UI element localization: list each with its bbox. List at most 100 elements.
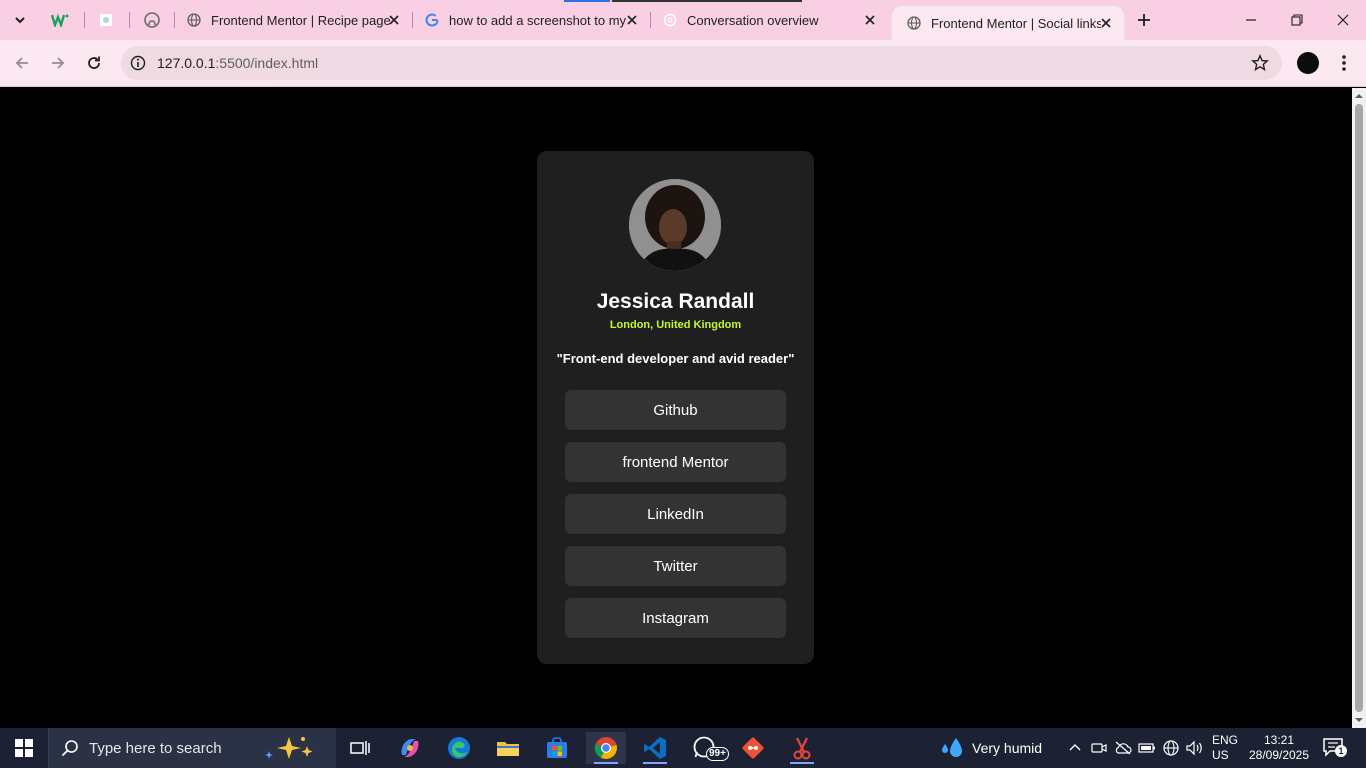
social-links-list: Github frontend Mentor LinkedIn Twitter … bbox=[565, 390, 786, 650]
close-icon[interactable] bbox=[386, 12, 402, 28]
address-bar[interactable]: 127.0.0.1:5500/index.html bbox=[121, 46, 1282, 80]
windows-taskbar: Type here to search 99+ Very humid ENG U… bbox=[0, 728, 1366, 768]
battery-icon bbox=[1138, 743, 1155, 753]
scroll-up-icon[interactable] bbox=[1355, 92, 1363, 100]
taskbar-copilot[interactable] bbox=[390, 732, 430, 764]
arrow-left-icon bbox=[15, 57, 28, 69]
tab-google-search[interactable]: how to add a screenshot to my bbox=[410, 0, 650, 40]
tray-network[interactable] bbox=[1161, 738, 1181, 758]
active-app-indicator bbox=[594, 762, 618, 764]
taskbar-store[interactable] bbox=[537, 732, 577, 764]
page-viewport: Jessica Randall London, United Kingdom "… bbox=[0, 88, 1352, 728]
taskbar-file-explorer[interactable] bbox=[488, 732, 528, 764]
tray-volume[interactable] bbox=[1185, 738, 1205, 758]
clock-time: 13:21 bbox=[1263, 733, 1295, 747]
new-tab-button[interactable] bbox=[1132, 8, 1156, 32]
profile-bio: "Front-end developer and avid reader" bbox=[556, 351, 795, 366]
browser-tab-strip: Frontend Mentor | Recipe page how to add… bbox=[0, 0, 1366, 40]
tab-title: how to add a screenshot to my bbox=[449, 12, 627, 28]
tab-search-button[interactable] bbox=[6, 6, 34, 34]
document-icon bbox=[100, 14, 112, 26]
url-text: 127.0.0.1:5500/index.html bbox=[157, 55, 318, 71]
pinned-tab-docs[interactable] bbox=[94, 8, 118, 32]
pinned-tab-github[interactable] bbox=[140, 8, 164, 32]
bookmark-star-icon[interactable] bbox=[1250, 53, 1270, 73]
taskbar-vscode[interactable] bbox=[635, 732, 675, 764]
system-clock[interactable]: 13:21 28/09/2025 bbox=[1246, 733, 1312, 763]
cloud-off-icon bbox=[1115, 741, 1132, 755]
avatar bbox=[629, 179, 721, 271]
back-button[interactable] bbox=[8, 49, 36, 77]
taskbar-snipping-tool[interactable] bbox=[782, 732, 822, 764]
task-view-icon bbox=[350, 741, 370, 755]
close-icon[interactable] bbox=[624, 12, 640, 28]
tray-meet-now[interactable] bbox=[1089, 738, 1109, 758]
profile-name: Jessica Randall bbox=[596, 290, 755, 313]
input-language[interactable]: ENG US bbox=[1212, 733, 1238, 763]
notification-center-button[interactable]: 1 bbox=[1322, 737, 1347, 759]
camera-icon bbox=[1091, 743, 1107, 753]
globe-icon bbox=[906, 15, 922, 31]
tray-cloud[interactable] bbox=[1113, 738, 1133, 758]
tab-social-links[interactable]: Frontend Mentor | Social links p bbox=[892, 6, 1124, 40]
close-icon bbox=[1337, 14, 1349, 26]
github-link[interactable]: Github bbox=[565, 390, 786, 430]
reload-button[interactable] bbox=[80, 49, 108, 77]
tab-title: Conversation overview bbox=[687, 12, 819, 28]
profile-photo bbox=[629, 179, 721, 271]
chevron-down-icon bbox=[15, 17, 25, 24]
taskbar-chrome[interactable] bbox=[586, 732, 626, 764]
tab-divider bbox=[129, 12, 130, 28]
scroll-down-icon[interactable] bbox=[1355, 716, 1363, 724]
task-view-button[interactable] bbox=[340, 732, 380, 764]
scissors-icon bbox=[793, 737, 811, 760]
browser-toolbar: 127.0.0.1:5500/index.html bbox=[0, 40, 1366, 87]
taskbar-git[interactable] bbox=[733, 732, 773, 764]
taskbar-edge[interactable] bbox=[439, 732, 479, 764]
arrow-right-icon bbox=[52, 57, 65, 69]
url-host: 127.0.0.1 bbox=[157, 55, 216, 71]
linkedin-link[interactable]: LinkedIn bbox=[565, 494, 786, 534]
close-window-button[interactable] bbox=[1320, 0, 1366, 40]
close-icon[interactable] bbox=[862, 12, 878, 28]
tab-recipe-page[interactable]: Frontend Mentor | Recipe page bbox=[172, 0, 412, 40]
git-icon bbox=[742, 737, 764, 759]
notification-count: 1 bbox=[1335, 745, 1347, 757]
profile-card: Jessica Randall London, United Kingdom "… bbox=[537, 151, 814, 664]
copilot-icon bbox=[401, 739, 419, 757]
weather-widget[interactable]: Very humid bbox=[940, 736, 1042, 760]
more-vertical-icon bbox=[1342, 55, 1346, 71]
forward-button[interactable] bbox=[44, 49, 72, 77]
plus-icon bbox=[1138, 14, 1150, 26]
tray-battery[interactable] bbox=[1137, 738, 1157, 758]
folder-icon bbox=[497, 742, 519, 756]
chatgpt-icon bbox=[662, 12, 678, 28]
browser-menu-button[interactable] bbox=[1334, 51, 1354, 75]
tab-divider bbox=[84, 12, 85, 28]
restore-button[interactable] bbox=[1274, 0, 1320, 40]
taskbar-whatsapp[interactable]: 99+ bbox=[684, 732, 729, 764]
scrollbar-thumb[interactable] bbox=[1355, 104, 1363, 712]
url-path: :5500/index.html bbox=[215, 55, 319, 71]
twitter-link[interactable]: Twitter bbox=[565, 546, 786, 586]
pinned-tab-webflow[interactable] bbox=[48, 8, 72, 32]
globe-icon bbox=[186, 12, 202, 28]
instagram-link[interactable]: Instagram bbox=[565, 598, 786, 638]
tab-conversation-overview[interactable]: Conversation overview bbox=[648, 0, 888, 40]
search-placeholder: Type here to search bbox=[89, 740, 222, 757]
close-icon[interactable] bbox=[1098, 15, 1114, 31]
taskbar-search-box[interactable]: Type here to search bbox=[48, 728, 336, 768]
show-hidden-icons-button[interactable] bbox=[1065, 738, 1085, 758]
profile-avatar[interactable] bbox=[1297, 52, 1319, 74]
language-code: ENG bbox=[1212, 733, 1239, 747]
frontend-mentor-link[interactable]: frontend Mentor bbox=[565, 442, 786, 482]
copilot-sparkle-icon bbox=[265, 737, 313, 759]
start-button[interactable] bbox=[0, 728, 48, 768]
store-icon bbox=[547, 737, 567, 758]
edge-icon bbox=[448, 737, 470, 759]
keyboard-region: US bbox=[1212, 748, 1229, 762]
page-scrollbar[interactable] bbox=[1352, 88, 1366, 728]
minimize-button[interactable] bbox=[1228, 0, 1274, 40]
site-info-icon[interactable] bbox=[129, 54, 147, 72]
clock-date: 28/09/2025 bbox=[1248, 748, 1310, 762]
